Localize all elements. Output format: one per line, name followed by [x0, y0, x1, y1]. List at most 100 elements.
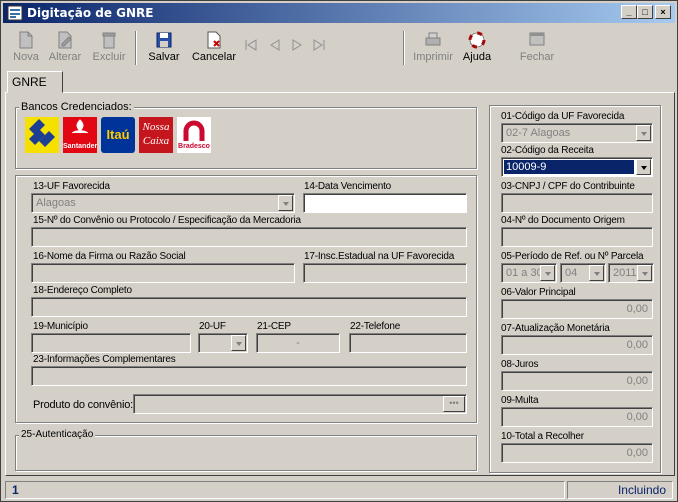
cancel-doc-icon: [207, 31, 221, 49]
alterar-button[interactable]: Alterar: [45, 31, 85, 71]
cep-field[interactable]: -: [256, 333, 340, 353]
multa-field[interactable]: 0,00: [501, 407, 653, 427]
ajuda-button[interactable]: Ajuda: [457, 31, 497, 71]
close-button[interactable]: ×: [655, 5, 671, 19]
itau-logo: Itaú: [101, 117, 135, 153]
next-icon: [292, 39, 302, 51]
imprimir-button[interactable]: Imprimir: [411, 31, 455, 71]
total-field[interactable]: 0,00: [501, 443, 653, 463]
uf-favorecida-value: Alagoas: [36, 197, 76, 209]
chevron-down-icon[interactable]: [636, 159, 651, 175]
record-indicator: 1: [5, 481, 565, 499]
trash-icon: [102, 32, 116, 49]
previous-record-button[interactable]: [267, 39, 283, 79]
uf-favorecida-label: 13-UF Favorecida: [33, 181, 110, 192]
santander-text: Santander: [63, 143, 97, 150]
endereco-label: 18-Endereço Completo: [33, 285, 132, 296]
info-complementares-label: 23-Informações Complementares: [33, 354, 176, 365]
new-doc-icon: [19, 31, 33, 49]
data-vencimento-field[interactable]: [303, 193, 467, 213]
razao-social-field[interactable]: [31, 263, 295, 283]
atualizacao-label: 07-Atualização Monetária: [501, 323, 610, 334]
codigo-receita-select[interactable]: 10009-9: [501, 157, 653, 177]
valor-principal-field[interactable]: 0,00: [501, 299, 653, 319]
excluir-button[interactable]: Excluir: [89, 31, 129, 71]
fechar-button[interactable]: Fechar: [517, 31, 557, 71]
toolbar-separator: [135, 31, 137, 65]
periodo-parte-select[interactable]: 01 a 30: [501, 263, 557, 283]
next-record-button[interactable]: [289, 39, 305, 79]
info-complementares-field[interactable]: [31, 366, 467, 386]
chevron-down-icon[interactable]: [231, 335, 246, 351]
insc-estadual-field[interactable]: [303, 263, 467, 283]
codigo-receita-label: 02-Código da Receita: [501, 145, 594, 156]
nova-button[interactable]: Nova: [11, 31, 41, 71]
printer-icon: [425, 32, 441, 46]
cancelar-button[interactable]: Cancelar: [189, 31, 239, 71]
valor-principal-label: 06-Valor Principal: [501, 287, 576, 298]
ajuda-label: Ajuda: [462, 51, 492, 63]
app-icon: [7, 5, 23, 21]
bradesco-logo: Bradesco: [177, 117, 211, 153]
periodo-parte-value: 01 a 30: [506, 267, 543, 279]
produto-convenio-field[interactable]: •••: [133, 394, 467, 414]
first-icon: [245, 39, 257, 51]
minimize-button[interactable]: _: [621, 5, 637, 19]
data-vencimento-label: 14-Data Vencimento: [304, 181, 392, 192]
window-title: Digitação de GNRE: [27, 6, 154, 20]
toolbar: Nova Alterar Excluir Salvar Cancelar Imp…: [3, 25, 675, 71]
atualizacao-field[interactable]: 0,00: [501, 335, 653, 355]
convenio-field[interactable]: [31, 227, 467, 247]
imprimir-label: Imprimir: [413, 51, 453, 63]
periodo-ano-value: 2011: [613, 267, 637, 279]
juros-label: 08-Juros: [501, 359, 539, 370]
last-record-button[interactable]: [311, 39, 327, 79]
uf-select[interactable]: [198, 333, 248, 353]
autenticacao-group: [15, 435, 477, 471]
municipio-label: 19-Município: [33, 321, 88, 332]
chevron-down-icon[interactable]: [637, 265, 652, 281]
periodo-mes-select[interactable]: 04: [560, 263, 606, 283]
salvar-label: Salvar: [148, 51, 180, 63]
uf-favorecida-select[interactable]: Alagoas: [31, 193, 295, 213]
uf-label: 20-UF: [199, 321, 226, 332]
periodo-label: 05-Período de Ref. ou Nº Parcela: [501, 251, 644, 262]
doc-origem-field[interactable]: [501, 227, 653, 247]
convenio-label: 15-Nº do Convênio ou Protocolo / Especif…: [33, 215, 301, 226]
santander-logo: Santander: [63, 117, 97, 153]
toolbar-separator: [403, 31, 405, 65]
salvar-button[interactable]: Salvar: [141, 31, 187, 71]
chevron-down-icon[interactable]: [636, 125, 651, 141]
periodo-ano-select[interactable]: 2011: [608, 263, 654, 283]
bradesco-text: Bradesco: [178, 143, 210, 150]
cep-value: -: [296, 337, 300, 349]
codigo-uf-select[interactable]: 02-7 Alagoas: [501, 123, 653, 143]
edit-icon: [58, 31, 72, 49]
razao-social-label: 16-Nome da Firma ou Razão Social: [33, 251, 186, 262]
total-label: 10-Total a Recolher: [501, 431, 584, 442]
maximize-button[interactable]: □: [637, 5, 653, 19]
ellipsis-button[interactable]: •••: [443, 396, 465, 412]
multa-label: 09-Multa: [501, 395, 539, 406]
lifebuoy-icon: [468, 31, 486, 49]
insc-estadual-label: 17-Insc.Estadual na UF Favorecida: [304, 251, 455, 262]
juros-field[interactable]: 0,00: [501, 371, 653, 391]
nossa-caixa-logo: Nossa Caixa: [139, 117, 173, 153]
first-record-button[interactable]: [243, 39, 259, 79]
endereco-field[interactable]: [31, 297, 467, 317]
municipio-field[interactable]: [31, 333, 191, 353]
cnpj-field[interactable]: [501, 193, 653, 213]
doc-origem-label: 04-Nº do Documento Origem: [501, 215, 625, 226]
telefone-field[interactable]: [349, 333, 467, 353]
chevron-down-icon[interactable]: [540, 265, 555, 281]
codigo-uf-label: 01-Código da UF Favorecida: [501, 111, 625, 122]
autenticacao-legend: 25-Autenticação: [19, 429, 96, 440]
nossa-text: Nossa: [142, 121, 170, 133]
total-value: 0,00: [626, 447, 648, 459]
tab-gnre[interactable]: GNRE: [7, 71, 63, 93]
chevron-down-icon[interactable]: [589, 265, 604, 281]
gnre-window: Digitação de GNRE _ □ × Nova Alterar Exc…: [0, 0, 678, 502]
chevron-down-icon[interactable]: [278, 195, 293, 211]
close-window-icon: [529, 32, 545, 46]
status-bar: 1 Incluindo: [3, 479, 675, 499]
